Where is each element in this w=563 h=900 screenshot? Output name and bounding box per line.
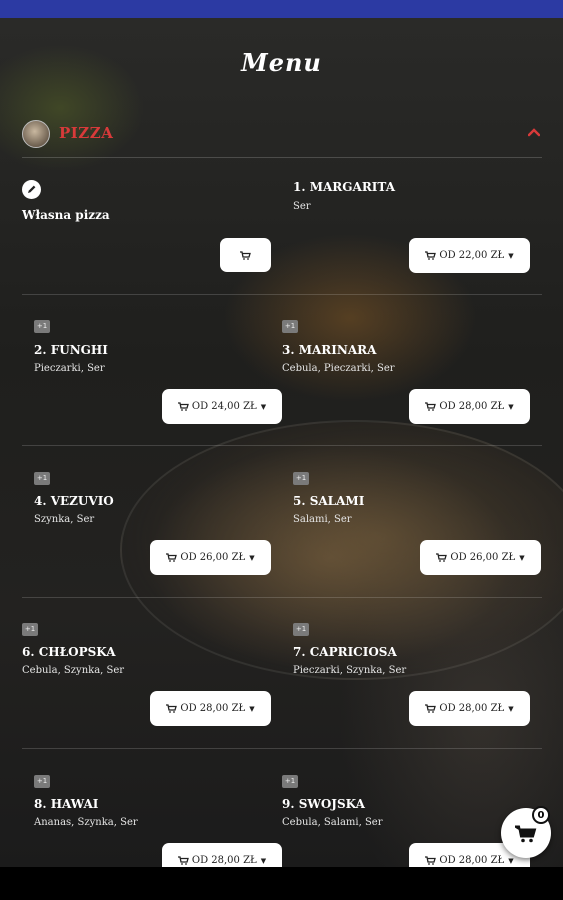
price-label: OD 28,00 ZŁ — [439, 855, 505, 866]
item-name: 2. FUNGHI — [34, 343, 108, 357]
price-label: OD 28,00 ZŁ — [191, 855, 257, 866]
price-label: OD 22,00 ZŁ — [439, 250, 505, 261]
caret-down-icon: ▼ — [519, 553, 525, 562]
cart-icon — [177, 856, 189, 865]
item-name: 5. SALAMI — [293, 494, 365, 508]
caret-down-icon: ▼ — [249, 704, 255, 713]
cart-icon — [436, 553, 448, 562]
addon-badge: +1 — [22, 623, 38, 636]
price-button-marinara[interactable]: OD 28,00 ZŁ ▼ — [409, 389, 530, 424]
item-description: Cebula, Salami, Ser — [282, 817, 383, 828]
price-button-capriciosa[interactable]: OD 28,00 ZŁ ▼ — [409, 691, 530, 726]
cart-icon — [515, 825, 537, 842]
custom-pizza-add-button[interactable] — [220, 238, 271, 272]
category-label: PIZZA — [59, 124, 114, 142]
price-button-salami[interactable]: OD 26,00 ZŁ ▼ — [420, 540, 541, 575]
item-description: Pieczarki, Szynka, Ser — [293, 665, 407, 676]
price-label: OD 28,00 ZŁ — [180, 703, 246, 714]
price-label: OD 28,00 ZŁ — [439, 703, 505, 714]
item-description: Ser — [293, 201, 311, 212]
cart-icon — [425, 402, 437, 411]
cart-icon — [425, 251, 437, 260]
caret-down-icon: ▼ — [508, 251, 514, 260]
cart-icon — [166, 553, 178, 562]
row-divider — [22, 597, 542, 598]
row-divider — [22, 294, 542, 295]
chevron-up-icon[interactable] — [528, 126, 540, 138]
addon-badge: +1 — [282, 775, 298, 788]
addon-badge: +1 — [34, 775, 50, 788]
pizza-icon — [22, 120, 50, 148]
addon-badge: +1 — [293, 623, 309, 636]
item-name: 8. HAWAI — [34, 797, 99, 811]
page-title: Menu — [241, 48, 322, 77]
addon-badge: +1 — [293, 472, 309, 485]
price-button-margarita[interactable]: OD 22,00 ZŁ ▼ — [409, 238, 530, 273]
item-description: Pieczarki, Ser — [34, 363, 105, 374]
cart-icon — [425, 704, 437, 713]
row-divider — [22, 748, 542, 749]
caret-down-icon: ▼ — [260, 402, 267, 411]
caret-down-icon: ▼ — [508, 704, 514, 713]
addon-badge: +1 — [34, 320, 50, 333]
price-label: OD 26,00 ZŁ — [450, 552, 516, 563]
addon-badge: +1 — [34, 472, 50, 485]
item-name: 6. CHŁOPSKA — [22, 645, 116, 659]
price-label: OD 24,00 ZŁ — [191, 401, 257, 412]
item-name: 9. SWOJSKA — [282, 797, 365, 811]
item-description: Cebula, Szynka, Ser — [22, 665, 125, 676]
cart-icon — [425, 856, 437, 865]
item-name: 1. MARGARITA — [293, 180, 395, 194]
item-description: Salami, Ser — [293, 514, 352, 525]
cart-count-badge: 0 — [532, 806, 550, 824]
item-description: Ananas, Szynka, Ser — [34, 817, 138, 828]
item-name: 3. MARINARA — [282, 343, 377, 357]
item-description: Cebula, Pieczarki, Ser — [282, 363, 395, 374]
navigation-bar — [0, 867, 563, 900]
edit-icon — [22, 180, 41, 199]
caret-down-icon: ▼ — [508, 856, 514, 865]
cart-icon — [166, 704, 178, 713]
item-name: 7. CAPRICIOSA — [293, 645, 397, 659]
item-name: 4. VEZUVIO — [34, 494, 114, 508]
category-header-pizza[interactable]: PIZZA — [22, 118, 542, 158]
item-description: Szynka, Ser — [34, 514, 95, 525]
cart-icon — [240, 250, 251, 260]
custom-pizza-label: Własna pizza — [22, 208, 110, 222]
price-button-vezuvio[interactable]: OD 26,00 ZŁ ▼ — [150, 540, 271, 575]
cart-icon — [177, 402, 189, 411]
status-bar — [0, 0, 563, 18]
price-button-chlopska[interactable]: OD 28,00 ZŁ ▼ — [150, 691, 271, 726]
caret-down-icon: ▼ — [249, 553, 255, 562]
price-label: OD 26,00 ZŁ — [180, 552, 246, 563]
caret-down-icon: ▼ — [260, 856, 267, 865]
row-divider — [22, 445, 542, 446]
price-button-funghi[interactable]: OD 24,00 ZŁ ▼ — [162, 389, 282, 424]
price-label: OD 28,00 ZŁ — [439, 401, 505, 412]
caret-down-icon: ▼ — [508, 402, 514, 411]
addon-badge: +1 — [282, 320, 298, 333]
